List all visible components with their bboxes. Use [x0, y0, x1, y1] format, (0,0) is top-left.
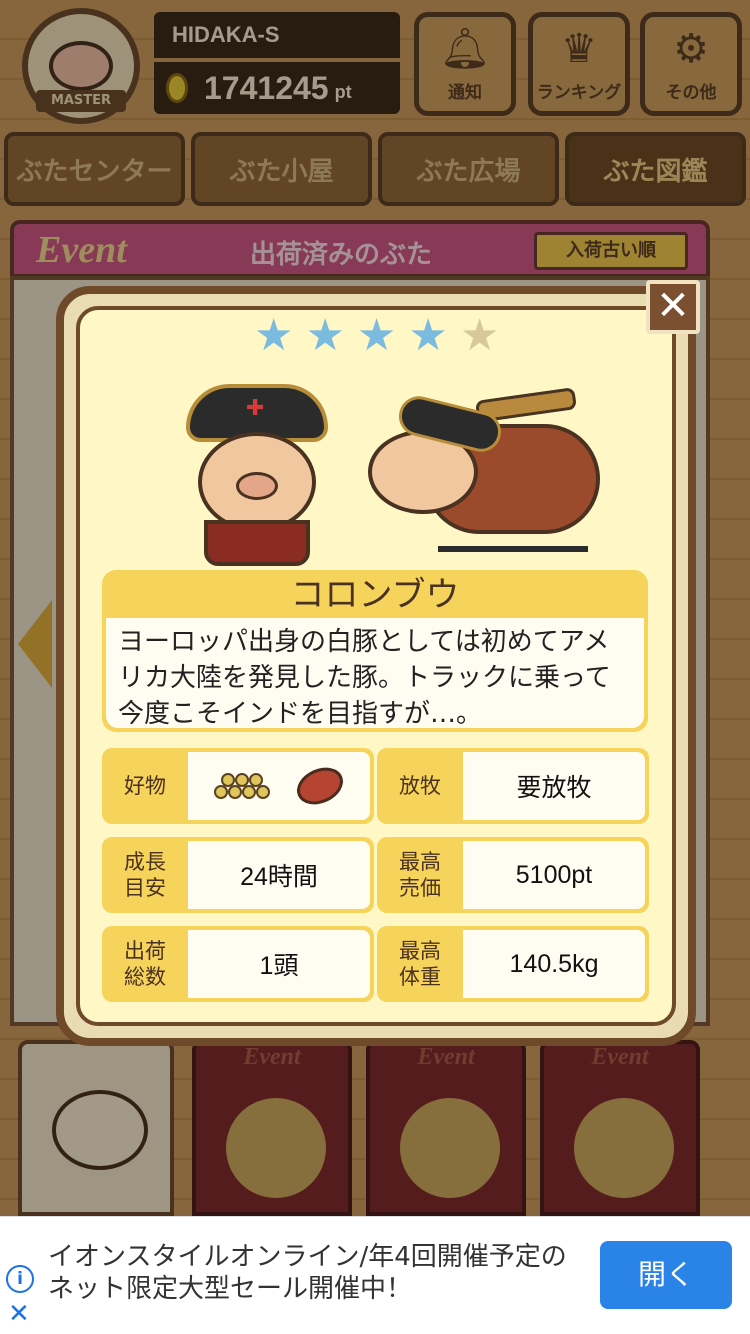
- ad-banner[interactable]: i ✕ イオンスタイルオンライン/年4回開催予定のネット限定大型セール開催中！ …: [0, 1216, 750, 1334]
- info-icon[interactable]: i: [6, 1265, 34, 1293]
- grain-icon: [214, 769, 272, 803]
- stat-label: 成長 目安: [124, 850, 166, 900]
- stat-growth: 成長 目安 24時間: [102, 837, 374, 913]
- close-icon[interactable]: ✕: [8, 1299, 30, 1329]
- stat-label: 最高 売価: [399, 850, 441, 900]
- pig-front-illustration: ✚: [182, 380, 332, 566]
- star-filled-icon: ★: [254, 310, 294, 361]
- stat-label: 好物: [124, 774, 166, 798]
- pig-side-illustration: [368, 387, 610, 564]
- close-button[interactable]: ✕: [646, 280, 700, 334]
- stat-grazing: 放牧 要放牧: [377, 748, 649, 824]
- star-empty-icon: ★: [459, 310, 500, 361]
- stat-label: 出荷 総数: [124, 939, 166, 989]
- stat-shipped: 出荷 総数 1頭: [102, 926, 374, 1002]
- stat-value: 1頭: [188, 930, 370, 998]
- legs-icon: [438, 528, 588, 552]
- stat-value: 140.5kg: [463, 930, 645, 998]
- stat-favorite: 好物: [102, 748, 374, 824]
- star-filled-icon: ★: [305, 310, 345, 361]
- stat-value: 5100pt: [463, 841, 645, 909]
- stat-value: 要放牧: [463, 752, 645, 820]
- stat-value: 24時間: [188, 841, 370, 909]
- favorite-foods: [188, 752, 370, 820]
- ad-open-button[interactable]: 開く: [600, 1241, 732, 1309]
- sweet-potato-icon: [291, 760, 349, 812]
- snout-icon: [236, 472, 278, 500]
- stat-label: 最高 体重: [399, 939, 441, 989]
- cross-icon: ✚: [246, 396, 265, 421]
- pig-description: ヨーロッパ出身の白豚としては初めてアメリカ大陸を発見した豚。トラックに乗って今度…: [106, 618, 644, 729]
- star-filled-icon: ★: [408, 310, 448, 361]
- star-filled-icon: ★: [356, 310, 397, 361]
- pig-info-box: コロンブウ ヨーロッパ出身の白豚としては初めてアメリカ大陸を発見した豚。トラック…: [102, 570, 648, 732]
- stat-max-price: 最高 売価 5100pt: [377, 837, 649, 913]
- pig-name: コロンブウ: [290, 575, 460, 615]
- rating-stars: ★ ★ ★ ★ ★: [254, 312, 499, 360]
- stat-max-weight: 最高 体重 140.5kg: [377, 926, 649, 1002]
- robe-icon: [204, 520, 310, 566]
- ad-text[interactable]: イオンスタイルオンライン/年4回開催予定のネット限定大型セール開催中！: [48, 1241, 568, 1305]
- stat-label: 放牧: [399, 774, 441, 798]
